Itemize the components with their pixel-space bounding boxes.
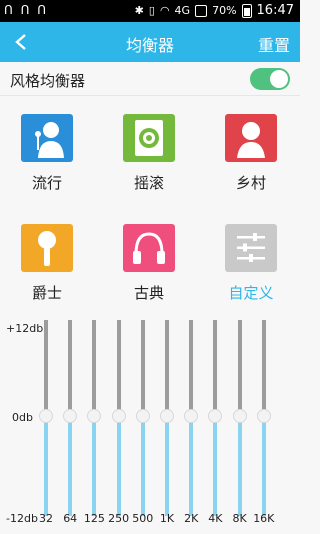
preset-classical[interactable]: 古典 <box>114 224 184 303</box>
battery-icon <box>241 3 252 18</box>
slider-thumb[interactable] <box>87 409 102 423</box>
db-zero-label: 0db <box>12 411 33 424</box>
equalizer-panel: +12db 0db -12db 32 64 125 250 500 1K 2K 4K 8K 16K <box>0 312 300 534</box>
microphone-icon <box>21 224 73 272</box>
preset-country[interactable]: 乡村 <box>216 114 286 193</box>
slider-track-upper <box>68 320 73 416</box>
slider-track-upper <box>189 320 194 416</box>
slider-track-lower <box>68 420 73 516</box>
battery-percent: 70% <box>212 4 237 17</box>
slider-track-lower <box>237 420 242 516</box>
wifi-icon: ◠ <box>159 4 170 17</box>
slider-track-lower <box>189 420 194 516</box>
eq-slider-250[interactable] <box>111 320 126 516</box>
headphones-icon <box>123 224 175 272</box>
eq-slider-125[interactable] <box>87 320 102 516</box>
slider-thumb[interactable] <box>39 409 53 423</box>
eq-slider-1k[interactable] <box>160 320 174 516</box>
network-type: 4G <box>174 4 191 17</box>
eq-slider-500[interactable] <box>135 320 150 516</box>
woman-icon <box>225 114 277 162</box>
slider-track-upper <box>261 320 266 416</box>
preset-custom[interactable]: 自定义 <box>216 224 286 303</box>
page-title: 均衡器 <box>125 36 174 55</box>
sliders-icon <box>225 224 277 272</box>
status-bar: ꓵ ꓵ ꓵ ✱ ▯ ◠ 4G 70% 16:47 <box>0 0 300 22</box>
eq-slider-64[interactable] <box>63 320 78 516</box>
vibrate-icon: ▯ <box>148 4 155 17</box>
slider-track-lower <box>165 420 169 516</box>
preset-label: 自定义 <box>228 284 274 302</box>
preset-label: 乡村 <box>235 174 266 192</box>
notification-icons: ꓵ ꓵ ꓵ <box>4 3 48 17</box>
preset-pop[interactable]: 流行 <box>12 114 82 193</box>
slider-track-upper <box>237 320 242 416</box>
slider-track-upper <box>116 320 121 416</box>
slider-track-lower <box>213 420 218 516</box>
clock: 16:47 <box>256 3 294 18</box>
slider-track-lower <box>116 420 121 516</box>
singer-icon <box>21 114 73 162</box>
preset-grid: 流行 摇滚 乡村 爵士 古典 自定义 <box>0 96 300 312</box>
title-bar: 均衡器 重置 <box>0 22 300 62</box>
preset-jazz[interactable]: 爵士 <box>12 224 82 303</box>
eq-slider-32[interactable] <box>39 320 53 516</box>
style-eq-label: 风格均衡器 <box>10 72 86 90</box>
slider-track-lower <box>140 420 145 516</box>
style-eq-row: 风格均衡器 <box>0 62 300 96</box>
preset-label: 流行 <box>31 174 62 192</box>
slider-track-lower <box>92 420 97 516</box>
eq-slider-8k[interactable] <box>232 320 247 516</box>
style-eq-toggle[interactable] <box>250 68 290 90</box>
eq-slider-16k[interactable] <box>256 320 271 516</box>
preset-label: 爵士 <box>31 284 62 302</box>
slider-thumb[interactable] <box>135 409 150 423</box>
reset-button[interactable]: 重置 <box>258 32 290 56</box>
slider-thumb[interactable] <box>208 409 223 423</box>
speaker-icon <box>123 114 175 162</box>
preset-rock[interactable]: 摇滚 <box>114 114 184 193</box>
slider-thumb[interactable] <box>63 409 78 423</box>
db-max-label: +12db <box>6 322 44 335</box>
slider-track-upper <box>213 320 218 416</box>
slider-track-upper <box>44 320 48 416</box>
preset-label: 古典 <box>133 284 164 302</box>
signal-icon <box>195 4 208 17</box>
preset-label: 摇滚 <box>133 174 164 192</box>
slider-thumb[interactable] <box>232 409 247 423</box>
toggle-knob <box>270 70 288 88</box>
slider-thumb[interactable] <box>160 409 174 423</box>
slider-thumb[interactable] <box>256 409 271 423</box>
slider-track-upper <box>165 320 169 416</box>
freq-label: 16K <box>253 512 275 525</box>
eq-slider-4k[interactable] <box>208 320 223 516</box>
slider-track-lower <box>44 420 48 516</box>
status-right: ✱ ▯ ◠ 4G 70% 16:47 <box>135 3 294 18</box>
eq-slider-2k[interactable] <box>184 320 199 516</box>
slider-thumb[interactable] <box>111 409 126 423</box>
slider-track-upper <box>92 320 97 416</box>
slider-track-upper <box>140 320 145 416</box>
bluetooth-icon: ✱ <box>134 4 144 17</box>
slider-thumb[interactable] <box>184 409 199 423</box>
slider-track-lower <box>261 420 266 516</box>
